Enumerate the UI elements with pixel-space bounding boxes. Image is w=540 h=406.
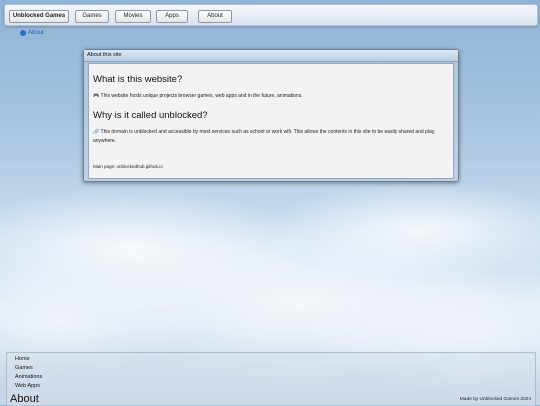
footer: Home Games Animations Web Apps About Mad… <box>6 352 536 406</box>
paragraph-why-unblocked: 🔗 This domain is unblocked and accessibl… <box>93 128 449 146</box>
info-icon <box>20 30 26 36</box>
window-content: What is this website? 🎮 This website hos… <box>88 63 454 179</box>
paragraph-what-is-text: This website hosts unique projects brows… <box>100 93 303 99</box>
nav-apps-button[interactable]: Apps <box>156 10 188 23</box>
footer-link-home[interactable]: Home <box>15 356 30 362</box>
footer-link-web-apps[interactable]: Web Apps <box>15 383 40 389</box>
about-link[interactable]: About <box>20 30 44 36</box>
nav-about-button[interactable]: About <box>198 10 232 23</box>
link-icon: 🔗 <box>93 129 100 135</box>
footer-link-animations[interactable]: Animations <box>15 374 42 380</box>
footer-heading: About <box>10 393 39 405</box>
top-nav-bar: Unblocked Games Games Movies Apps About <box>4 4 538 26</box>
heading-what-is: What is this website? <box>93 74 183 85</box>
footer-link-games[interactable]: Games <box>15 365 33 371</box>
nav-games-button[interactable]: Games <box>75 10 109 23</box>
brand-button[interactable]: Unblocked Games <box>9 10 69 23</box>
nav-movies-button[interactable]: Movies <box>115 10 151 23</box>
paragraph-why-unblocked-text: This domain is unblocked and accessible … <box>93 129 436 144</box>
main-page-link[interactable]: Main page: unblockedhub.github.io <box>93 162 449 171</box>
heading-why-unblocked: Why is it called unblocked? <box>93 110 208 121</box>
gamepad-icon: 🎮 <box>93 93 100 99</box>
paragraph-what-is: 🎮 This website hosts unique projects bro… <box>93 92 449 101</box>
about-link-label: About <box>28 30 44 36</box>
footer-credit: Made by Unblocked Games 2024 <box>459 397 531 402</box>
window-title: About this site <box>87 52 122 58</box>
window-titlebar[interactable]: About this site <box>84 50 458 62</box>
about-window: About this site What is this website? 🎮 … <box>83 49 459 182</box>
